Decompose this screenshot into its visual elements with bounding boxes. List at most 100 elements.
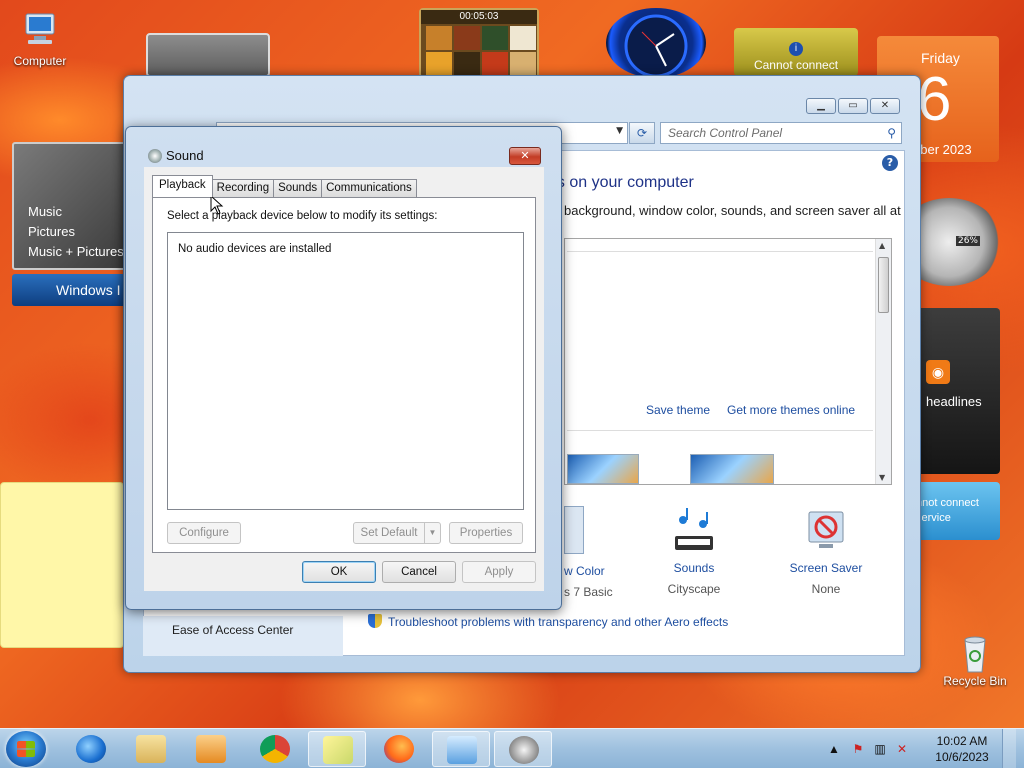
page-title: ds on your computer	[548, 174, 694, 191]
ok-button[interactable]: OK	[302, 561, 376, 583]
properties-button[interactable]: Properties	[449, 522, 523, 544]
speaker-icon	[509, 736, 539, 764]
configure-button[interactable]: Configure	[167, 522, 241, 544]
dialog-title: Sound	[166, 148, 204, 163]
volume-muted-icon[interactable]: ✕	[894, 741, 910, 757]
sticky-note-gadget[interactable]	[0, 482, 124, 648]
currency-gadget[interactable]: nnot connect service	[912, 482, 1000, 540]
rss-icon: ◉	[926, 360, 950, 384]
sounds-label[interactable]: Sounds	[654, 561, 734, 575]
search-placeholder: Search Control Panel	[668, 126, 783, 140]
playback-panel: Select a playback device below to modify…	[152, 197, 536, 553]
feed-headlines-gadget[interactable]: ◉ headlines	[912, 308, 1000, 474]
apply-button[interactable]: Apply	[462, 561, 536, 583]
save-theme-link[interactable]: Save theme	[646, 403, 710, 417]
meter-percent: 26%	[955, 236, 980, 246]
theme-thumbnail[interactable]	[567, 454, 639, 484]
media-center-gadget[interactable]: Music Pictures Music + Pictures	[12, 142, 130, 270]
recycle-bin-desktop-icon[interactable]: Recycle Bin	[935, 630, 1015, 688]
info-icon: i	[789, 42, 803, 56]
action-center-icon[interactable]: ⚑	[850, 741, 866, 757]
taskbar-chrome[interactable]	[246, 731, 304, 767]
screen-saver-label[interactable]: Screen Saver	[786, 561, 866, 575]
speaker-icon	[148, 149, 162, 163]
start-button[interactable]	[6, 731, 46, 767]
taskbar-control-panel[interactable]	[432, 731, 490, 767]
sound-dialog: Sound ✕ Playback Recording Sounds Commun…	[125, 126, 562, 610]
maximize-button[interactable]: ▭	[838, 98, 868, 114]
sounds-value: Cityscape	[667, 582, 721, 596]
playback-instruction: Select a playback device below to modify…	[167, 210, 438, 222]
puzzle-tiles[interactable]	[426, 26, 536, 76]
internet-explorer-icon	[76, 735, 106, 763]
tab-sounds[interactable]: Sounds	[273, 179, 323, 197]
service-line-2: service	[916, 512, 951, 524]
window-color-label[interactable]: w Color	[564, 564, 620, 578]
feeds-label: headlines	[926, 394, 982, 409]
chevron-up-icon[interactable]: ▲	[826, 741, 842, 757]
tab-strip: Playback Recording Sounds Communications	[152, 175, 417, 197]
recycle-bin-icon	[953, 630, 997, 673]
tab-playback[interactable]: Playback	[152, 175, 213, 197]
computer-label: Computer	[13, 54, 67, 68]
system-tray: ▲ ⚑ ▥ ✕ 10:02 AM 10/6/2023	[826, 729, 1016, 768]
clock-time[interactable]: 10:02 AM	[932, 734, 992, 748]
screen-saver-item[interactable]: Screen Saver None	[786, 506, 866, 596]
shield-icon	[368, 614, 382, 628]
screen-saver-icon	[808, 511, 844, 548]
see-also-sidebar: Ease of Access Center	[143, 616, 343, 656]
scroll-thumb[interactable]	[878, 257, 889, 313]
window-color-item[interactable]: w Color s 7 Basic	[564, 506, 620, 599]
search-icon[interactable]: ⚲	[887, 126, 896, 140]
taskbar-firefox[interactable]	[370, 731, 428, 767]
taskbar-sticky-notes[interactable]	[308, 731, 366, 767]
page-description: background, window color, sounds, and sc…	[564, 203, 901, 218]
media-center-bar[interactable]: Windows I	[12, 274, 130, 306]
themes-list[interactable]: ▲ ▼	[564, 238, 892, 485]
window-color-icon	[564, 506, 584, 554]
troubleshoot-label[interactable]: Troubleshoot problems with transparency …	[388, 615, 728, 629]
sounds-icon	[675, 508, 713, 550]
window-color-value: s 7 Basic	[564, 585, 613, 599]
slideshow-gadget[interactable]	[146, 33, 270, 77]
show-desktop-button[interactable]	[1002, 729, 1016, 768]
dialog-body: Playback Recording Sounds Communications…	[144, 167, 544, 591]
media-item-music[interactable]: Music	[28, 204, 62, 219]
sounds-item[interactable]: Sounds Cityscape	[654, 506, 734, 596]
media-item-music-pictures[interactable]: Music + Pictures	[28, 244, 124, 259]
weather-gadget[interactable]: i Cannot connect	[734, 28, 858, 76]
network-icon[interactable]: ▥	[872, 741, 888, 757]
media-item-pictures[interactable]: Pictures	[28, 224, 75, 239]
ease-of-access-link[interactable]: Ease of Access Center	[172, 623, 293, 637]
chevron-down-icon[interactable]: ▼	[616, 126, 623, 136]
device-list[interactable]: No audio devices are installed	[167, 232, 524, 510]
recycle-bin-label: Recycle Bin	[943, 674, 1007, 688]
clock-date[interactable]: 10/6/2023	[932, 750, 992, 764]
theme-thumbnail[interactable]	[690, 454, 774, 484]
taskbar-sound[interactable]	[494, 731, 552, 767]
computer-icon	[18, 10, 62, 50]
clock-gadget[interactable]	[606, 8, 706, 78]
taskbar-media-player[interactable]	[182, 731, 240, 767]
close-button[interactable]: ✕	[509, 147, 541, 165]
minimize-button[interactable]: ▁	[806, 98, 836, 114]
close-button[interactable]: ✕	[870, 98, 900, 114]
set-default-button[interactable]: Set Default ▼	[353, 522, 441, 544]
scroll-up-icon[interactable]: ▲	[879, 241, 885, 250]
chevron-down-icon[interactable]: ▼	[424, 523, 440, 543]
picture-puzzle-gadget[interactable]: 00:05:03	[419, 8, 539, 78]
troubleshoot-link[interactable]: Troubleshoot problems with transparency …	[368, 614, 728, 629]
screen-saver-value: None	[811, 582, 841, 596]
search-input[interactable]: Search Control Panel ⚲	[660, 122, 902, 144]
taskbar-explorer[interactable]	[122, 731, 180, 767]
refresh-button[interactable]: ⟳	[629, 122, 655, 144]
computer-desktop-icon[interactable]: Computer	[0, 10, 80, 68]
scroll-down-icon[interactable]: ▼	[879, 473, 885, 482]
tab-communications[interactable]: Communications	[321, 179, 417, 197]
taskbar-internet-explorer[interactable]	[62, 731, 120, 767]
help-icon[interactable]: ?	[882, 155, 898, 171]
themes-scrollbar[interactable]: ▲ ▼	[875, 239, 891, 484]
folder-icon	[136, 735, 166, 763]
get-more-themes-link[interactable]: Get more themes online	[727, 403, 855, 417]
cancel-button[interactable]: Cancel	[382, 561, 456, 583]
